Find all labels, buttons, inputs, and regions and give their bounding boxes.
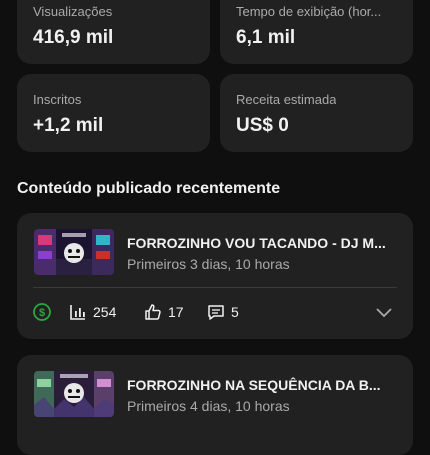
stat-value: +1,2 mil xyxy=(33,115,104,136)
stat-value: 6,1 mil xyxy=(236,27,296,48)
thumbs-up-icon xyxy=(145,304,161,320)
comment-icon xyxy=(208,305,224,320)
video-thumbnail[interactable] xyxy=(34,371,114,417)
stat-label: Visualizações xyxy=(33,4,113,19)
stat-card-views[interactable]: Visualizações 416,9 mil xyxy=(17,0,210,64)
monetization-status[interactable]: $ xyxy=(33,303,51,321)
video-title[interactable]: FORROZINHO VOU TACANDO - DJ M... xyxy=(127,235,407,251)
views-count: 254 xyxy=(93,304,117,320)
views-metric: 254 xyxy=(69,303,116,321)
svg-text:$: $ xyxy=(39,307,45,319)
stat-label: Tempo de exibição (hor... xyxy=(236,4,382,19)
likes-metric: 17 xyxy=(144,303,184,321)
section-title: Conteúdo publicado recentemente xyxy=(17,180,281,197)
comments-metric: 5 xyxy=(207,303,239,321)
divider xyxy=(33,287,397,288)
stat-label: Receita estimada xyxy=(236,92,337,107)
stat-card-revenue[interactable]: Receita estimada US$ 0 xyxy=(220,74,413,152)
expand-button[interactable] xyxy=(375,305,393,319)
comments-count: 5 xyxy=(231,304,239,320)
video-card[interactable]: FORROZINHO NA SEQUÊNCIA DA B... Primeiro… xyxy=(17,355,413,455)
video-subtitle: Primeiros 3 dias, 10 horas xyxy=(127,256,290,272)
dollar-circle-icon: $ xyxy=(33,303,51,321)
likes-count: 17 xyxy=(168,304,184,320)
stat-value: 416,9 mil xyxy=(33,27,114,48)
stat-value: US$ 0 xyxy=(236,115,289,136)
video-card[interactable]: FORROZINHO VOU TACANDO - DJ M... Primeir… xyxy=(17,213,413,339)
bar-chart-icon xyxy=(70,305,85,320)
video-thumbnail[interactable] xyxy=(34,229,114,275)
video-subtitle: Primeiros 4 dias, 10 horas xyxy=(127,398,290,414)
stat-card-subscribers[interactable]: Inscritos +1,2 mil xyxy=(17,74,210,152)
chevron-down-icon xyxy=(376,308,392,318)
stat-card-watch-time[interactable]: Tempo de exibição (hor... 6,1 mil xyxy=(220,0,413,64)
stat-label: Inscritos xyxy=(33,92,82,107)
video-title[interactable]: FORROZINHO NA SEQUÊNCIA DA B... xyxy=(127,377,407,393)
